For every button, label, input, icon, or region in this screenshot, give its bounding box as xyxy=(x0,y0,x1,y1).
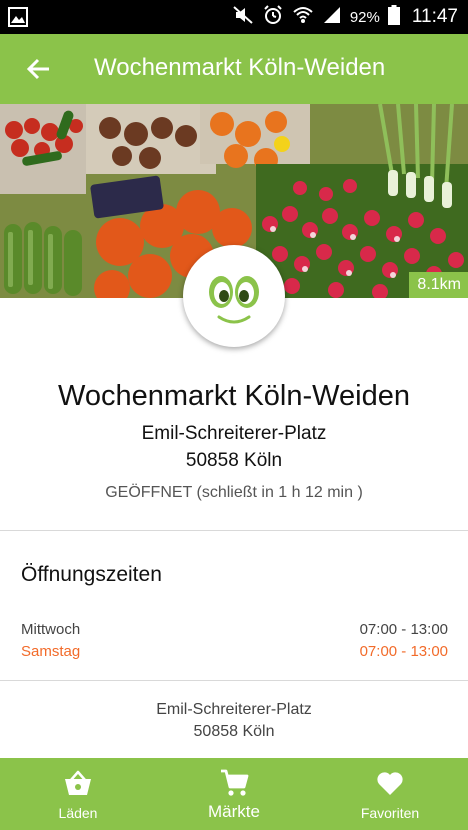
nav-item-laeden[interactable]: Läden xyxy=(0,758,156,830)
back-button[interactable] xyxy=(22,52,56,86)
clock: 11:47 xyxy=(411,6,458,27)
distance-badge: 8.1km xyxy=(409,272,468,298)
market-name: Wochenmarkt Köln-Weiden xyxy=(58,380,410,412)
alarm-icon xyxy=(262,4,284,31)
market-logo xyxy=(183,245,285,347)
nav-label: Läden xyxy=(58,805,98,821)
signal-icon xyxy=(322,5,342,30)
app-bar: Wochenmarkt Köln-Weiden xyxy=(0,34,468,104)
market-city: 50858 Köln xyxy=(185,450,283,471)
smiley-eyes-icon xyxy=(209,276,259,324)
divider xyxy=(0,530,468,531)
divider xyxy=(0,680,468,681)
nav-label: Märkte xyxy=(208,802,260,821)
heart-icon xyxy=(312,768,468,798)
nav-item-favoriten[interactable]: Favoriten xyxy=(312,758,468,830)
hours-row: Mittwoch 07:00 - 13:00 xyxy=(21,621,448,638)
cart-icon xyxy=(156,768,312,798)
hours-day: Samstag xyxy=(21,643,81,660)
wifi-icon xyxy=(292,4,314,31)
hours-row-today: Samstag 07:00 - 13:00 xyxy=(21,643,448,660)
page-title: Wochenmarkt Köln-Weiden xyxy=(94,54,386,81)
battery-percent: 92% xyxy=(349,8,380,26)
hours-time: 07:00 - 13:00 xyxy=(359,643,448,660)
arrow-back-icon xyxy=(26,58,49,80)
open-status: GEÖFFNET (schließt in 1 h 12 min ) xyxy=(105,484,363,501)
nav-label: Favoriten xyxy=(360,805,420,821)
footer-city: 50858 Köln xyxy=(193,723,275,740)
nav-item-maerkte[interactable]: Märkte xyxy=(156,758,312,830)
hours-day: Mittwoch xyxy=(21,621,81,638)
market-street: Emil-Schreiterer-Platz xyxy=(141,423,327,444)
gallery-icon xyxy=(8,7,28,32)
footer-street: Emil-Schreiterer-Platz xyxy=(156,701,312,718)
status-bar: 92% 11:47 xyxy=(0,0,468,34)
hours-time: 07:00 - 13:00 xyxy=(359,621,448,638)
battery-icon xyxy=(387,4,400,30)
opening-hours-title: Öffnungszeiten xyxy=(21,563,162,586)
mute-icon xyxy=(232,4,254,31)
basket-icon xyxy=(0,768,156,798)
bottom-navigation: Läden Märkte Favoriten xyxy=(0,758,468,830)
